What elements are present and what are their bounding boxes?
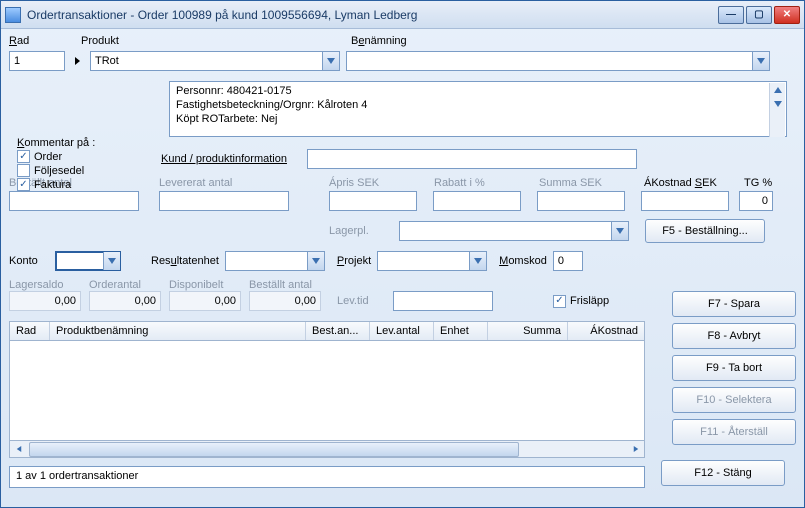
col-summa[interactable]: Summa xyxy=(488,322,568,340)
info-scrollbar[interactable] xyxy=(769,83,785,137)
label-orderantal: Orderantal xyxy=(89,279,141,291)
label-faktura: Faktura xyxy=(34,179,71,191)
f11-aterstall-button[interactable]: F11 - Återställ xyxy=(672,419,796,445)
label-produkt: Produkt xyxy=(81,35,119,47)
scroll-left-icon[interactable] xyxy=(10,446,27,452)
label-akostnad: ÁKostnad SEK xyxy=(644,177,717,189)
label-momskod: Momskod xyxy=(499,255,547,267)
info-line-3: Köpt ROTarbete: Nej xyxy=(176,112,780,126)
lagerpl-input[interactable] xyxy=(399,221,629,241)
orderantal-value xyxy=(89,291,161,311)
label-konto: Konto xyxy=(9,255,49,267)
scroll-up-icon[interactable] xyxy=(770,83,785,97)
levtid-input[interactable] xyxy=(393,291,493,311)
rad-input[interactable] xyxy=(9,51,65,71)
grid-body[interactable] xyxy=(9,341,645,441)
lagersaldo-value xyxy=(9,291,81,311)
label-bestallt-antal2: Beställt antal xyxy=(249,279,312,291)
next-row-icon[interactable] xyxy=(75,57,80,65)
scroll-down-icon[interactable] xyxy=(770,97,785,111)
label-tg: TG % xyxy=(744,177,772,189)
f7-spara-button[interactable]: F7 - Spara xyxy=(672,291,796,317)
col-produktbenamning[interactable]: Produktbenämning xyxy=(50,322,306,340)
minimize-button[interactable]: — xyxy=(718,6,744,24)
benamning-input[interactable] xyxy=(346,51,770,71)
frislapp-checkbox[interactable] xyxy=(553,295,566,308)
label-projekt: Projekt xyxy=(337,255,371,267)
f10-selektera-button[interactable]: F10 - Selektera xyxy=(672,387,796,413)
label-foljesedel: Följesedel xyxy=(34,165,84,177)
label-summa: Summa SEK xyxy=(539,177,602,189)
chevron-down-icon[interactable] xyxy=(322,52,339,70)
close-button[interactable]: ✕ xyxy=(774,6,800,24)
content-area: Rad Produkt Benämning Kommentar på : Ord… xyxy=(1,29,804,496)
chevron-down-icon[interactable] xyxy=(103,252,120,270)
order-checkbox[interactable] xyxy=(17,150,30,163)
grid-header: Rad Produktbenämning Best.an... Lev.anta… xyxy=(9,321,645,341)
col-enhet[interactable]: Enhet xyxy=(434,322,488,340)
resultatenhet-combo[interactable] xyxy=(225,251,325,271)
chevron-down-icon[interactable] xyxy=(307,252,324,270)
col-levantal[interactable]: Lev.antal xyxy=(370,322,434,340)
scroll-right-icon[interactable] xyxy=(627,446,644,452)
label-levtid: Lev.tid xyxy=(337,295,393,307)
foljesedel-checkbox[interactable] xyxy=(17,164,30,177)
kund-produkt-info-link[interactable]: Kund / produktinformation xyxy=(161,153,287,165)
benamning-combo[interactable] xyxy=(346,51,770,71)
label-rabatt: Rabatt i % xyxy=(434,177,485,189)
f8-avbryt-button[interactable]: F8 - Avbryt xyxy=(672,323,796,349)
summa-input[interactable] xyxy=(537,191,625,211)
label-disponibelt: Disponibelt xyxy=(169,279,223,291)
label-lagerpl: Lagerpl. xyxy=(329,225,399,237)
info-line-1: Personnr: 480421-0175 xyxy=(176,84,780,98)
bestallt-antal-input[interactable] xyxy=(9,191,139,211)
chevron-down-icon[interactable] xyxy=(469,252,486,270)
col-bestant[interactable]: Best.an... xyxy=(306,322,370,340)
maximize-button[interactable]: ▢ xyxy=(746,6,772,24)
f9-tabort-button[interactable]: F9 - Ta bort xyxy=(672,355,796,381)
info-box: Personnr: 480421-0175 Fastighetsbeteckni… xyxy=(169,81,787,137)
titlebar: Ordertransaktioner - Order 100989 på kun… xyxy=(1,1,804,29)
kund-info-input[interactable] xyxy=(307,149,637,169)
label-kommentar: Kommentar på : xyxy=(17,137,157,149)
col-akostnad[interactable]: ÁKostnad xyxy=(568,322,644,340)
produkt-input[interactable] xyxy=(90,51,340,71)
rabatt-input[interactable] xyxy=(433,191,521,211)
chevron-down-icon[interactable] xyxy=(752,52,769,70)
grid-h-scrollbar[interactable] xyxy=(9,441,645,458)
app-icon xyxy=(5,7,21,23)
kommentar-section: Kommentar på : Order Följesedel Faktura xyxy=(17,137,157,192)
momskod-input[interactable] xyxy=(553,251,583,271)
label-resultatenhet: Resultatenhet xyxy=(151,255,219,267)
disponibelt-value xyxy=(169,291,241,311)
produkt-combo[interactable] xyxy=(90,51,340,71)
label-levererat-antal: Levererat antal xyxy=(159,177,232,189)
label-frislapp: Frisläpp xyxy=(570,295,609,307)
status-bar: 1 av 1 ordertransaktioner xyxy=(9,466,645,488)
lagerpl-combo[interactable] xyxy=(399,221,629,241)
f5-bestallning-button[interactable]: F5 - Beställning... xyxy=(645,219,765,243)
chevron-down-icon[interactable] xyxy=(611,222,628,240)
apris-input[interactable] xyxy=(329,191,417,211)
faktura-checkbox[interactable] xyxy=(17,178,30,191)
label-rad: Rad xyxy=(9,35,29,47)
info-line-2: Fastighetsbeteckning/Orgnr: Kålroten 4 xyxy=(176,98,780,112)
col-rad[interactable]: Rad xyxy=(10,322,50,340)
akostnad-input[interactable] xyxy=(641,191,729,211)
window-title: Ordertransaktioner - Order 100989 på kun… xyxy=(27,8,718,22)
label-benamning: Benämning xyxy=(351,35,407,47)
tg-input[interactable] xyxy=(739,191,773,211)
projekt-combo[interactable] xyxy=(377,251,487,271)
label-order: Order xyxy=(34,151,62,163)
bestallt-antal2-value xyxy=(249,291,321,311)
f12-stang-button[interactable]: F12 - Stäng xyxy=(661,460,785,486)
label-lagersaldo: Lagersaldo xyxy=(9,279,63,291)
konto-combo[interactable] xyxy=(55,251,121,271)
levererat-antal-input[interactable] xyxy=(159,191,289,211)
scroll-thumb[interactable] xyxy=(29,442,519,457)
window: { "titlebar": { "title": "Ordertransakti… xyxy=(0,0,805,508)
label-apris: Ápris SEK xyxy=(329,177,379,189)
